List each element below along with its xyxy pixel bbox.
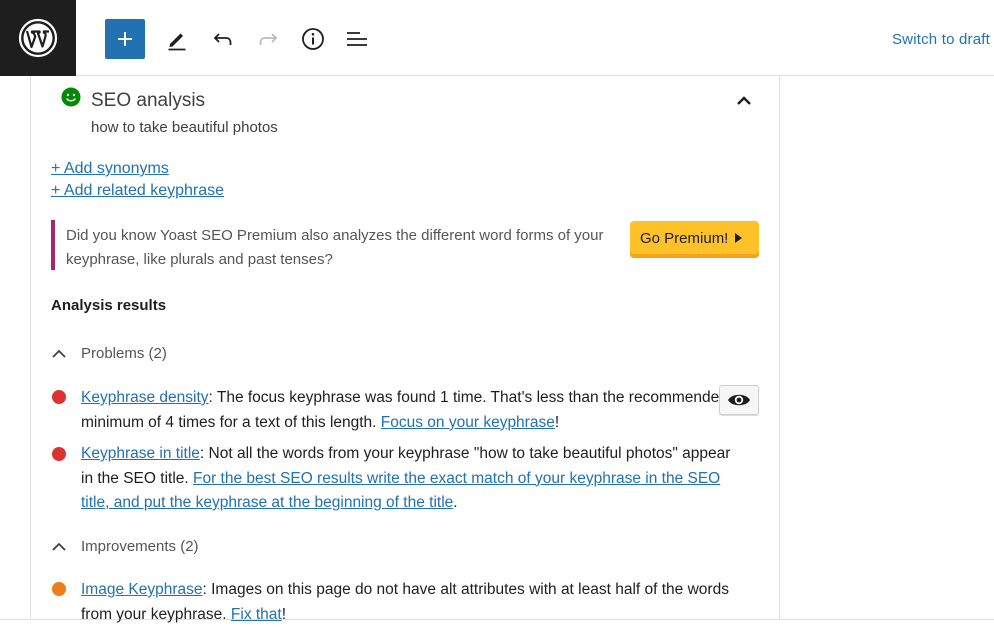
seo-analysis-title[interactable]: SEO analysis	[91, 90, 205, 112]
keyphrase-density-link[interactable]: Keyphrase density	[81, 389, 209, 406]
analysis-results-heading: Analysis results	[51, 297, 167, 314]
premium-notice-text: Did you know Yoast SEO Premium also anal…	[66, 227, 604, 268]
result-end: !	[554, 413, 560, 431]
panel-border-right	[779, 76, 780, 620]
redo-button[interactable]	[255, 26, 281, 52]
chevron-up-icon	[51, 346, 67, 362]
collapse-seo-analysis-button[interactable]	[735, 94, 753, 113]
result-keyphrase-density: Keyphrase density: The focus keyphrase w…	[81, 386, 731, 435]
image-keyphrase-link[interactable]: Image Keyphrase	[81, 581, 203, 598]
wordpress-logo-icon[interactable]	[0, 0, 76, 76]
improvements-label: Improvements (2)	[81, 538, 199, 555]
result-end: .	[453, 494, 458, 511]
pencil-icon	[168, 33, 186, 51]
panel-border-left	[30, 76, 31, 620]
go-premium-button[interactable]: Go Premium!	[630, 221, 759, 258]
info-icon	[302, 28, 324, 50]
details-button[interactable]	[300, 26, 326, 52]
problem-bullet-icon	[52, 447, 66, 461]
focus-keyphrase: how to take beautiful photos	[91, 119, 278, 136]
undo-icon	[213, 33, 232, 45]
go-premium-label: Go Premium!	[640, 229, 729, 247]
chevron-up-icon	[737, 96, 751, 105]
smiley-icon	[61, 87, 81, 112]
list-view-button[interactable]	[345, 26, 371, 52]
eye-icon	[728, 394, 750, 406]
caret-right-icon	[735, 233, 743, 243]
list-view-icon	[347, 32, 367, 46]
improvements-toggle[interactable]: Improvements (2)	[51, 538, 199, 555]
problems-label: Problems (2)	[81, 345, 167, 362]
editor-toolbar: Switch to draft	[0, 0, 994, 76]
switch-to-draft-button[interactable]: Switch to draft	[892, 31, 990, 48]
highlight-button[interactable]	[719, 385, 759, 415]
add-related-keyphrase-link[interactable]: + Add related keyphrase	[51, 182, 224, 200]
redo-icon	[259, 33, 278, 45]
problem-bullet-icon	[52, 390, 66, 404]
result-keyphrase-in-title: Keyphrase in title: Not all the words fr…	[81, 442, 731, 516]
add-synonyms-link[interactable]: + Add synonyms	[51, 160, 169, 178]
chevron-up-icon	[51, 539, 67, 555]
focus-on-keyphrase-link[interactable]: Focus on your keyphrase	[381, 414, 555, 431]
add-block-button[interactable]	[105, 19, 145, 59]
keyphrase-in-title-link[interactable]: Keyphrase in title	[81, 445, 200, 462]
tools-button[interactable]	[164, 26, 190, 52]
improvement-bullet-icon	[52, 582, 66, 596]
problems-toggle[interactable]: Problems (2)	[51, 345, 167, 362]
undo-button[interactable]	[210, 26, 236, 52]
plus-icon	[118, 32, 132, 46]
